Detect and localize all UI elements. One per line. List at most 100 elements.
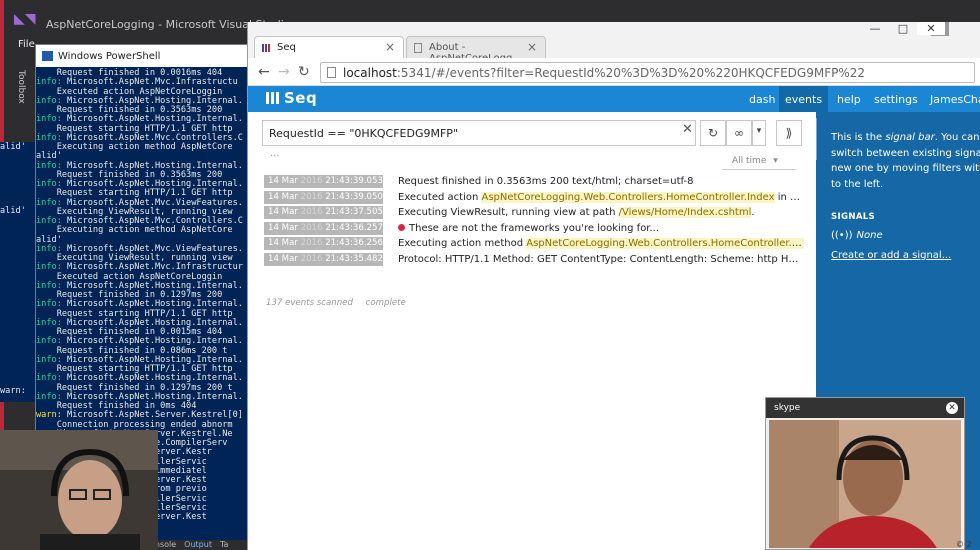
nav-help[interactable]: help	[837, 93, 861, 106]
event-message: Protocol: HTTP/1.1 Method: GET ContentTy…	[398, 254, 804, 265]
nav-events[interactable]: events	[779, 86, 829, 112]
signal-intro-line-4: to the left.	[831, 178, 884, 190]
event-message: Executing action method AspNetCoreLoggin…	[398, 238, 804, 249]
skype-window[interactable]: skype ✕	[765, 397, 965, 550]
create-signal-link[interactable]: Create or add a signal...	[831, 250, 951, 261]
tab-about[interactable]: About - AspNetCoreLogg ×	[406, 36, 546, 64]
event-row[interactable]: 14 Mar 2016 21:43:39.053 Request finished…	[262, 174, 802, 190]
event-time: 21:43:39.053	[325, 176, 383, 186]
event-message: Executing ViewResult, running view at pa…	[398, 207, 804, 218]
event-text: Request finished in 0.3563ms 200 text/ht…	[398, 176, 694, 187]
ps-line-text: Microsoft.AspNet.Server.Kestrel[0]	[67, 410, 243, 421]
event-property[interactable]: AspNetCoreLogging.Web.Controllers.HomeCo…	[481, 191, 775, 203]
nav-user[interactable]: JamesCha	[930, 93, 980, 106]
intro-text: This is the	[831, 132, 886, 143]
signal-intro-line-2: switch between existing signals	[831, 147, 980, 159]
event-timestamp: 14 Mar 2016 21:43:36.257	[264, 221, 383, 235]
ps-left-text-3: warn:	[0, 386, 26, 396]
intro-text: . You can a	[934, 132, 980, 143]
nav-settings[interactable]: settings	[874, 93, 918, 106]
signals-none: ((•)) None	[831, 230, 883, 241]
close-icon[interactable]: ✕	[917, 22, 945, 35]
event-text-tail: .	[751, 207, 755, 218]
seq-favicon-icon	[262, 43, 272, 53]
signals-heading: SIGNALS	[831, 212, 876, 222]
visual-studio-logo-icon: ◣◥	[14, 11, 36, 27]
webcam-presenter	[0, 430, 158, 550]
tab-seq-label: Seq	[277, 42, 296, 53]
event-text: Protocol: HTTP/1.1 Method: GET ContentTy…	[398, 253, 804, 265]
webcam-guest	[769, 420, 961, 548]
maximize-icon[interactable]: □	[889, 22, 917, 35]
seq-logo-icon	[266, 92, 279, 104]
url-host: localhost	[343, 66, 397, 80]
refresh-button[interactable]: ↻	[700, 120, 726, 146]
event-timestamp: 14 Mar 2016 21:43:39.050	[264, 190, 383, 204]
events-panel: RequestId == "0HKQCFEDG9MFP" ✕ ↻ ∞ ▾ ⟫ .…	[248, 112, 816, 550]
tab-close-icon[interactable]: ×	[385, 40, 395, 54]
time-range-select[interactable]: All time ▾	[722, 156, 796, 170]
signal-intro-line-3: new one by moving filters with t	[831, 163, 980, 174]
signal-bar-intro: This is the signal bar. You can a switch…	[831, 130, 980, 192]
event-time: 21:43:35.482	[325, 253, 383, 264]
ps-level-tag: info:	[36, 77, 68, 88]
ps-level-tag: info:	[36, 160, 68, 171]
event-year: 2016	[300, 253, 323, 264]
signal-wave-icon: ((•))	[831, 230, 853, 241]
tail-dropdown-button[interactable]: ▾	[752, 120, 766, 146]
event-date: 14 Mar	[268, 238, 298, 248]
nav-dash[interactable]: dash	[749, 93, 775, 106]
clear-query-icon[interactable]: ✕	[682, 122, 693, 137]
tab-close-icon[interactable]: ×	[527, 40, 537, 54]
event-row[interactable]: 14 Mar 2016 21:43:35.482 Protocol: HTTP/1…	[262, 252, 804, 268]
url-path: :5341/#/events?filter=RequestId%20%3D%3D…	[396, 66, 866, 80]
vs-tab-other[interactable]: Ta	[220, 540, 228, 549]
vs-bottom-tabs: onsole Output Ta	[150, 540, 248, 550]
event-row[interactable]: 14 Mar 2016 21:43:36.257 These are not th…	[262, 221, 802, 237]
page-info-icon[interactable]	[327, 67, 336, 78]
ps-left-text-2: alid'	[0, 206, 26, 216]
ps-line-text: Microsoft.AspNet.Hosting.Internal.	[67, 336, 243, 347]
seq-logo-text: Seq	[284, 89, 318, 107]
event-row[interactable]: 14 Mar 2016 21:43:36.256 Executing action…	[262, 236, 804, 252]
skype-watermark: © 2	[956, 540, 972, 549]
event-year: 2016	[300, 207, 323, 217]
minimize-icon[interactable]: —	[861, 22, 889, 35]
vs-toolbox-tab[interactable]: Toolbox	[12, 70, 26, 104]
skype-close-icon[interactable]: ✕	[946, 402, 958, 414]
forward-arrow-icon[interactable]: →	[278, 64, 290, 80]
event-timestamp: 14 Mar 2016 21:43:39.053	[264, 175, 383, 188]
powershell-titlebar[interactable]: Windows PowerShell	[36, 45, 247, 67]
event-text-tail: in 0.27...	[777, 191, 804, 203]
event-message: Executed action AspNetCoreLogging.Web.Co…	[398, 191, 804, 203]
chevron-down-icon: ▾	[773, 156, 778, 166]
signal-bar-toggle-button[interactable]: ⟫	[776, 120, 802, 146]
back-arrow-icon[interactable]: ←	[258, 64, 270, 80]
ps-line: Executing action method AspNetCore	[36, 225, 233, 236]
seq-logo[interactable]: Seq	[266, 89, 317, 107]
event-year: 2016	[300, 176, 323, 186]
skype-titlebar[interactable]: skype ✕	[766, 398, 964, 418]
event-property[interactable]: AspNetCoreLogging.Web.Controllers.HomeCo…	[526, 238, 804, 249]
event-timestamp: 14 Mar 2016 21:43:36.256	[264, 237, 383, 250]
address-bar[interactable]: localhost:5341/#/events?filter=RequestId…	[320, 62, 975, 83]
ps-line: Executing action method AspNetCore	[36, 142, 233, 152]
events-scanned: 137 events scanned	[266, 298, 353, 308]
event-row[interactable]: 14 Mar 2016 21:43:39.050 Executed action …	[262, 190, 804, 206]
event-property[interactable]: /Views/Home/Index.cshtml	[618, 207, 752, 218]
more-filters[interactable]: ...	[270, 148, 280, 159]
webcam-presenter-image	[0, 430, 158, 550]
event-date: 14 Mar	[268, 253, 298, 264]
powershell-title: Windows PowerShell	[58, 51, 161, 62]
webcam-guest-image	[769, 420, 961, 548]
tab-seq[interactable]: Seq ×	[254, 36, 404, 58]
event-row[interactable]: 14 Mar 2016 21:43:37.505 Executing ViewRe…	[262, 205, 802, 221]
query-input[interactable]: RequestId == "0HKQCFEDG9MFP"	[262, 120, 696, 146]
vs-tab-output[interactable]: Output	[184, 540, 212, 549]
reload-icon[interactable]: ↻	[298, 64, 310, 80]
ps-level-tag: info:	[36, 336, 68, 347]
scan-complete: complete	[365, 298, 406, 308]
tail-button[interactable]: ∞	[726, 120, 752, 146]
page-favicon-icon	[414, 43, 422, 53]
ps-line-text: Microsoft.AspNet.Hosting.Internal.	[67, 114, 243, 125]
